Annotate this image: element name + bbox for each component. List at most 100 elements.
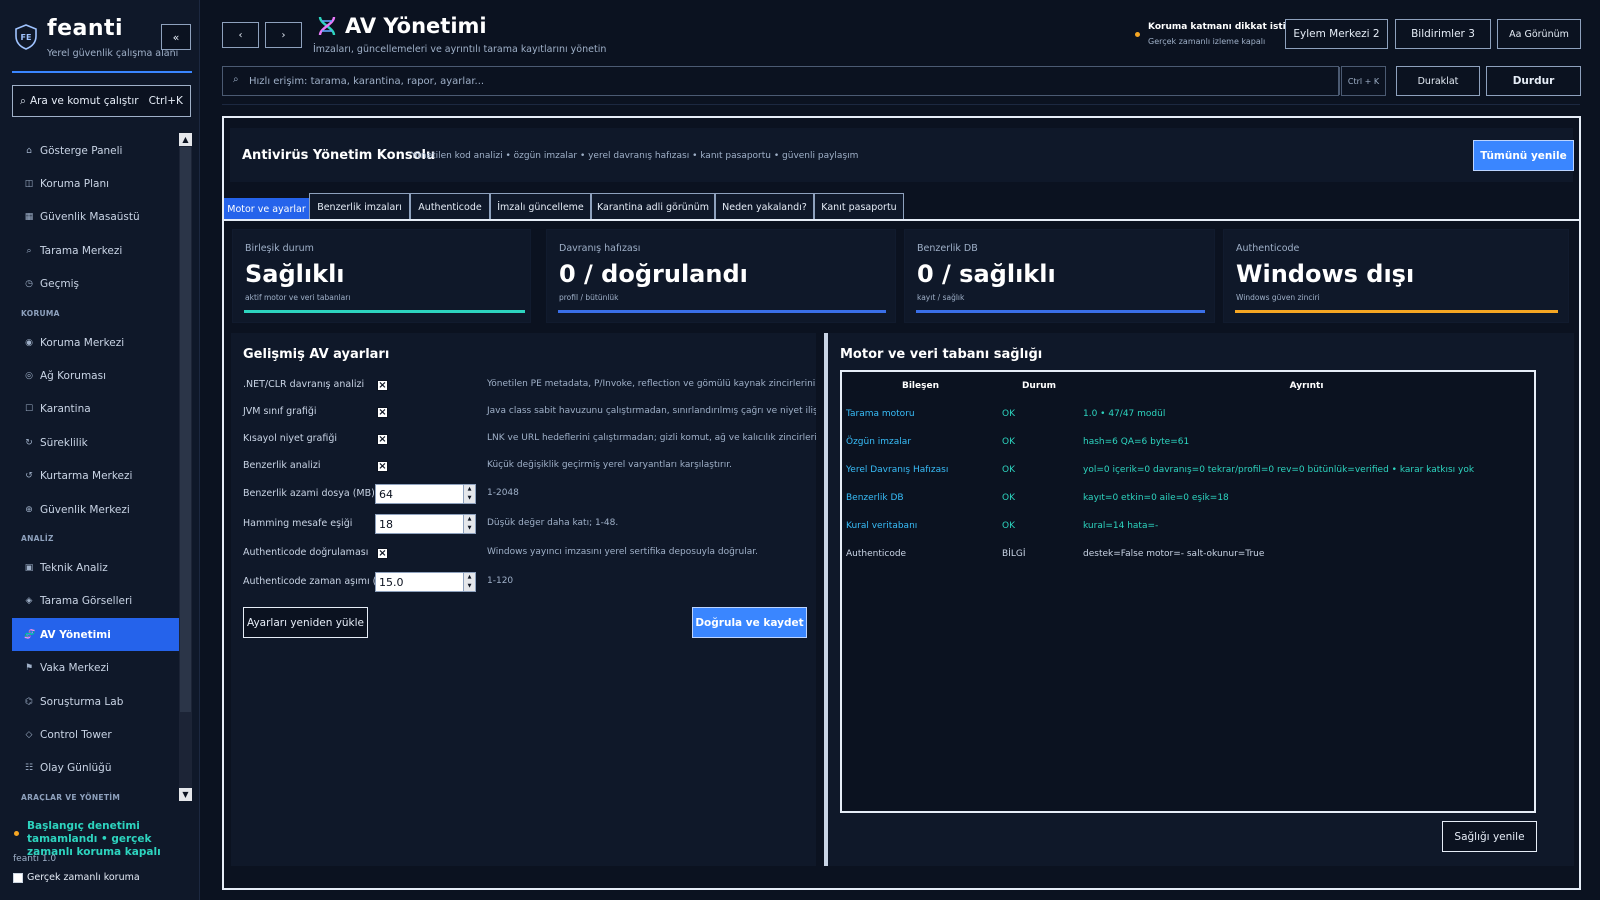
page-subtitle: İmzaları, güncellemeleri ve ayrıntılı ta… — [313, 44, 607, 55]
table-row[interactable]: Benzerlik DB OK kayıt=0 etkin=0 aile=0 e… — [842, 484, 1534, 512]
tab-engine-settings[interactable]: Motor ve ayarlar — [224, 198, 309, 220]
scroll-up-icon[interactable]: ▲ — [179, 133, 192, 146]
setting-label: Hamming mesafe eşiği — [243, 518, 353, 529]
box-icon: ☐ — [24, 404, 34, 415]
column-header[interactable]: Ayrıntı — [1079, 372, 1534, 400]
sidebar-item-security-center[interactable]: ⊕ Güvenlik Merkezi — [12, 493, 179, 526]
tab-evidence-passport[interactable]: Kanıt pasaportu — [814, 193, 904, 220]
sidebar-item-label: Süreklilik — [40, 436, 88, 449]
table-row[interactable]: Yerel Davranış Hafızası OK yol=0 içerik=… — [842, 456, 1534, 484]
sidebar-item-scan-visuals[interactable]: ◈ Tarama Görselleri — [12, 585, 179, 618]
refresh-all-button[interactable]: Tümünü yenile — [1473, 140, 1574, 171]
reload-settings-button[interactable]: Ayarları yeniden yükle — [243, 607, 368, 638]
spinbox-input[interactable] — [376, 515, 462, 533]
spinbox-arrows-icon[interactable]: ▲ ▼ — [463, 515, 475, 533]
table-row[interactable]: Kural veritabanı OK kural=14 hata=- — [842, 512, 1534, 540]
spinbox-input[interactable] — [376, 573, 462, 591]
collapse-sidebar-button[interactable]: « — [161, 24, 191, 50]
validate-save-button[interactable]: Doğrula ve kaydet — [692, 607, 807, 638]
spinbox-arrows-icon[interactable]: ▲ ▼ — [463, 573, 475, 591]
sidebar-item-protection-plan[interactable]: ◫ Koruma Planı — [12, 167, 179, 200]
component-cell: Benzerlik DB — [846, 493, 904, 503]
card-value: 0 / doğrulandı — [559, 260, 748, 288]
scroll-down-icon[interactable]: ▼ — [179, 788, 192, 801]
tab-similarity-signatures[interactable]: Benzerlik imzaları — [309, 193, 410, 220]
column-header[interactable]: Durum — [999, 372, 1079, 400]
refresh-health-button[interactable]: Sağlığı yenile — [1442, 821, 1537, 852]
sidebar-item-av-management[interactable]: 🧬 AV Yönetimi — [12, 618, 179, 652]
brand-name: feanti — [47, 16, 124, 41]
table-row[interactable]: Özgün imzalar OK hash=6 QA=6 byte=61 — [842, 428, 1534, 456]
status-cell: BİLGİ — [1002, 549, 1026, 559]
action-center-button[interactable]: Eylem Merkezi 2 — [1285, 19, 1388, 49]
similarity-analysis-checkbox[interactable]: × — [377, 461, 388, 472]
view-button[interactable]: Aa Görünüm — [1497, 19, 1581, 49]
sidebar-item-label: Gösterge Paneli — [40, 144, 123, 157]
sidebar-item-quarantine[interactable]: ☐ Karantina — [12, 393, 179, 426]
sidebar-item-event-log[interactable]: ☷ Olay Günlüğü — [12, 752, 179, 785]
sidebar-scrollbar[interactable]: ▲ ▼ — [179, 133, 192, 801]
sidebar-item-technical-analysis[interactable]: ▣ Teknik Analiz — [12, 551, 179, 584]
realtime-protection-checkbox[interactable]: Gerçek zamanlı koruma — [13, 872, 140, 883]
card-overall-status: Birleşik durum Sağlıklı aktif motor ve v… — [232, 229, 531, 323]
sidebar-item-continuity[interactable]: ↻ Süreklilik — [12, 426, 179, 459]
sidebar-item-protection-center[interactable]: ◉ Koruma Merkezi — [12, 326, 179, 359]
sidebar-item-security-desktop[interactable]: ▦ Güvenlik Masaüstü — [12, 201, 179, 234]
sidebar-item-history[interactable]: ◷ Geçmiş — [12, 268, 179, 301]
console-tabs: Motor ve ayarlar Benzerlik imzaları Auth… — [224, 193, 904, 220]
detail-cell: destek=False motor=- salt-okunur=True — [1083, 549, 1265, 559]
command-palette-button[interactable]: ⌕ Ara ve komut çalıştır Ctrl+K — [12, 85, 191, 117]
spinbox-input[interactable] — [376, 485, 462, 503]
sidebar-item-scan-center[interactable]: ⌕ Tarama Merkezi — [12, 234, 179, 267]
sidebar-item-label: Tarama Görselleri — [40, 595, 133, 608]
card-sub: Windows güven zinciri — [1236, 293, 1320, 302]
sidebar-item-investigation-lab[interactable]: ⌬ Soruşturma Lab — [12, 685, 179, 718]
sidebar-item-control-tower[interactable]: ◇ Control Tower — [12, 718, 179, 751]
notifications-button[interactable]: Bildirimler 3 — [1395, 19, 1491, 49]
status-cell: OK — [1002, 465, 1015, 475]
tab-why-detected[interactable]: Neden yakalandı? — [715, 193, 814, 220]
card-label: Birleşik durum — [245, 243, 314, 254]
table-row[interactable]: Authenticode BİLGİ destek=False motor=- … — [842, 540, 1534, 568]
pause-button[interactable]: Duraklat — [1396, 66, 1480, 96]
setting-description: Java class sabit havuzunu çalıştırmadan,… — [487, 406, 816, 416]
similarity-max-size-spinbox[interactable]: ▲▼ — [375, 484, 476, 504]
brand-subtitle: Yerel güvenlik çalışma alanı — [47, 48, 179, 59]
protection-alert-subtitle: Gerçek zamanlı izleme kapalı — [1148, 37, 1266, 46]
sidebar-item-recovery-center[interactable]: ↺ Kurtarma Merkezi — [12, 460, 179, 493]
tab-quarantine-forensics[interactable]: Karantina adli görünüm — [591, 193, 715, 220]
card-value: Windows dışı — [1236, 260, 1415, 288]
sidebar-item-label: Güvenlik Masaüstü — [40, 211, 140, 224]
shortcut-intent-checkbox[interactable]: × — [377, 434, 388, 445]
quick-search-input[interactable] — [223, 67, 1340, 95]
table-row[interactable]: Tarama motoru OK 1.0 • 47/47 modül — [842, 400, 1534, 428]
sidebar-item-dashboard[interactable]: ⌂ Gösterge Paneli — [12, 134, 179, 167]
detail-cell: kural=14 hata=- — [1083, 521, 1159, 531]
tab-authenticode[interactable]: Authenticode — [410, 193, 490, 220]
sidebar-scroll-thumb[interactable] — [180, 147, 191, 712]
authenticode-timeout-spinbox[interactable]: ▲▼ — [375, 572, 476, 592]
sidebar-item-label: Ağ Koruması — [40, 370, 106, 383]
spinbox-arrows-icon[interactable]: ▲ ▼ — [463, 485, 475, 503]
setting-label: .NET/CLR davranış analizi — [243, 379, 365, 390]
column-header[interactable]: Bileşen — [842, 372, 999, 400]
status-cell: OK — [1002, 521, 1015, 531]
component-cell: Yerel Davranış Hafızası — [846, 465, 949, 475]
authenticode-verify-checkbox[interactable]: × — [377, 548, 388, 559]
jvm-graph-checkbox[interactable]: × — [377, 407, 388, 418]
card-value: 0 / sağlıklı — [917, 260, 1056, 288]
app-version: feanti 1.0 — [13, 854, 57, 864]
sidebar-item-network-protection[interactable]: ◎ Ağ Koruması — [12, 359, 179, 392]
setting-description: Yönetilen PE metadata, P/Invoke, reflect… — [487, 379, 816, 389]
forward-button[interactable]: › — [265, 22, 302, 48]
sidebar-item-case-center[interactable]: ⚑ Vaka Merkezi — [12, 651, 179, 684]
tab-signed-update[interactable]: İmzalı güncelleme — [490, 193, 591, 220]
hamming-threshold-spinbox[interactable]: ▲▼ — [375, 514, 476, 534]
alert-warning-dot — [1135, 32, 1140, 37]
dotnet-analysis-checkbox[interactable]: × — [377, 380, 388, 391]
realtime-protection-label: Gerçek zamanlı koruma — [27, 872, 140, 883]
stop-button[interactable]: Durdur — [1486, 66, 1581, 96]
sidebar-nav-area: ⌂ Gösterge Paneli ◫ Koruma Planı ▦ Güvenlik… — [12, 133, 192, 801]
checkbox-box[interactable] — [13, 872, 23, 883]
back-button[interactable]: ‹ — [222, 22, 259, 48]
